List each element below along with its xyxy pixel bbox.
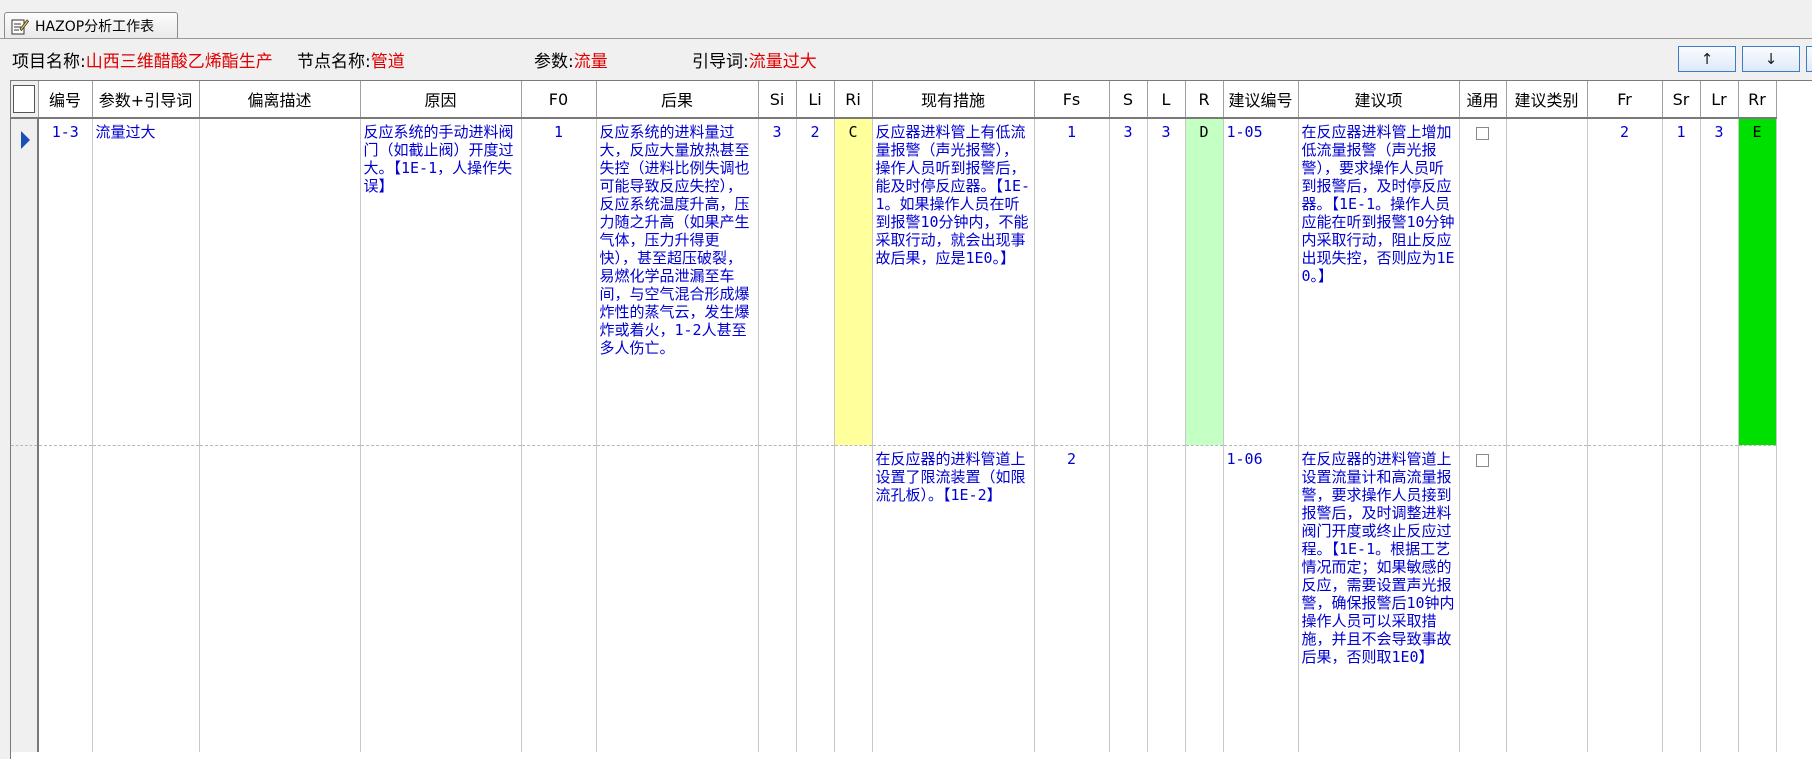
- row-selector[interactable]: [11, 445, 39, 752]
- cell-deviation[interactable]: [199, 118, 361, 446]
- cell-consequence[interactable]: [596, 445, 759, 752]
- cell-r[interactable]: D: [1185, 118, 1224, 446]
- cell-l[interactable]: [1147, 445, 1186, 752]
- col-lr[interactable]: Lr: [1700, 81, 1739, 119]
- cell-li[interactable]: 2: [796, 118, 835, 446]
- col-l[interactable]: L: [1147, 81, 1186, 119]
- col-sug-no[interactable]: 建议编号: [1223, 81, 1299, 119]
- tab-strip: HAZOP分析工作表: [0, 0, 1812, 39]
- move-up-button[interactable]: ↑: [1678, 46, 1736, 72]
- tab-label: HAZOP分析工作表: [35, 18, 155, 35]
- cell-ri[interactable]: [834, 445, 873, 752]
- project-info: 项目名称:山西三维醋酸乙烯酯生产: [12, 47, 273, 72]
- cell-li[interactable]: [796, 445, 835, 752]
- col-f0[interactable]: F0: [521, 81, 597, 119]
- node-info: 节点名称:管道: [297, 52, 405, 72]
- header-row: 编号 参数+引导词 偏离描述 原因 F0 后果 Si Li Ri 现有措施 Fs…: [11, 81, 1777, 119]
- cell-ri[interactable]: C: [834, 118, 873, 446]
- col-deviation[interactable]: 偏离描述: [199, 81, 361, 119]
- col-li[interactable]: Li: [796, 81, 835, 119]
- cell-l[interactable]: 3: [1147, 118, 1186, 446]
- col-rr[interactable]: Rr: [1738, 81, 1777, 119]
- hazop-table: 编号 参数+引导词 偏离描述 原因 F0 后果 Si Li Ri 现有措施 Fs…: [11, 81, 1777, 752]
- cell-common[interactable]: [1459, 118, 1507, 446]
- col-suggestion[interactable]: 建议项: [1298, 81, 1460, 119]
- cell-measure[interactable]: 在反应器的进料管道上设置了限流装置（如限流孔板）。【1E-2】: [872, 445, 1035, 752]
- current-row-arrow-icon: [21, 131, 30, 149]
- info-bar: 项目名称:山西三维醋酸乙烯酯生产 节点名称:管道 参数:流量 引导词:流量过大: [0, 39, 1812, 75]
- cell-sug-type[interactable]: [1506, 118, 1588, 446]
- cell-deviation[interactable]: [199, 445, 361, 752]
- cell-cause[interactable]: [360, 445, 522, 752]
- more-button[interactable]: [1806, 46, 1812, 72]
- cell-fr[interactable]: 2: [1587, 118, 1663, 446]
- table-row[interactable]: 1-3 流量过大 反应系统的手动进料阀门（如截止阀）开度过大。【1E-1，人操作…: [11, 118, 1777, 446]
- cell-sug-type[interactable]: [1506, 445, 1588, 752]
- cell-cause[interactable]: 反应系统的手动进料阀门（如截止阀）开度过大。【1E-1，人操作失误】: [360, 118, 522, 446]
- cell-rr[interactable]: E: [1738, 118, 1777, 446]
- col-si[interactable]: Si: [758, 81, 797, 119]
- cell-id[interactable]: 1-3: [38, 118, 93, 446]
- node-name: 管道: [370, 52, 405, 72]
- hazop-grid: 编号 参数+引导词 偏离描述 原因 F0 后果 Si Li Ri 现有措施 Fs…: [10, 80, 1812, 759]
- col-param-guide[interactable]: 参数+引导词: [92, 81, 200, 119]
- col-ri[interactable]: Ri: [834, 81, 873, 119]
- cell-sug-no[interactable]: 1-06: [1223, 445, 1299, 752]
- cell-sr[interactable]: 1: [1662, 118, 1701, 446]
- cell-suggestion[interactable]: 在反应器进料管上增加低流量报警（声光报警），要求操作人员听到报警后，及时停反应器…: [1298, 118, 1460, 446]
- edit-doc-icon: [11, 17, 30, 35]
- tab-hazop-worksheet[interactable]: HAZOP分析工作表: [4, 12, 178, 38]
- param-info: 参数:流量: [534, 52, 608, 72]
- cell-measure[interactable]: 反应器进料管上有低流量报警（声光报警），操作人员听到报警后，能及时停反应器。【1…: [872, 118, 1035, 446]
- common-checkbox[interactable]: [1476, 127, 1489, 140]
- col-consequence[interactable]: 后果: [596, 81, 759, 119]
- cell-fs[interactable]: 2: [1034, 445, 1110, 752]
- guide-info: 引导词:流量过大: [692, 52, 817, 72]
- cell-param-guide[interactable]: 流量过大: [92, 118, 200, 446]
- project-name: 山西三维醋酸乙烯酯生产: [85, 52, 273, 72]
- cell-consequence[interactable]: 反应系统的进料量过大，反应大量放热甚至失控（进料比例失调也可能导致反应失控），反…: [596, 118, 759, 446]
- col-cause[interactable]: 原因: [360, 81, 522, 119]
- col-r[interactable]: R: [1185, 81, 1224, 119]
- cell-rr[interactable]: [1738, 445, 1777, 752]
- cell-f0[interactable]: [521, 445, 597, 752]
- col-fs[interactable]: Fs: [1034, 81, 1110, 119]
- cell-s[interactable]: [1109, 445, 1148, 752]
- col-sr[interactable]: Sr: [1662, 81, 1701, 119]
- cell-si[interactable]: [758, 445, 797, 752]
- col-sug-type[interactable]: 建议类别: [1506, 81, 1588, 119]
- cell-s[interactable]: 3: [1109, 118, 1148, 446]
- cell-lr[interactable]: 3: [1700, 118, 1739, 446]
- common-checkbox[interactable]: [1476, 454, 1489, 467]
- cell-common[interactable]: [1459, 445, 1507, 752]
- col-id[interactable]: 编号: [38, 81, 93, 119]
- row-selector[interactable]: [11, 118, 39, 446]
- cell-lr[interactable]: [1700, 445, 1739, 752]
- guide-value: 流量过大: [748, 52, 817, 72]
- col-fr[interactable]: Fr: [1587, 81, 1663, 119]
- move-down-button[interactable]: ↓: [1742, 46, 1800, 72]
- table-row[interactable]: 在反应器的进料管道上设置了限流装置（如限流孔板）。【1E-2】 2 1-06 在…: [11, 445, 1777, 752]
- cell-r[interactable]: [1185, 445, 1224, 752]
- cell-suggestion[interactable]: 在反应器的进料管道上设置流量计和高流量报警，要求操作人员接到报警后，及时调整进料…: [1298, 445, 1460, 752]
- col-s[interactable]: S: [1109, 81, 1148, 119]
- col-measure[interactable]: 现有措施: [872, 81, 1035, 119]
- cell-fs[interactable]: 1: [1034, 118, 1110, 446]
- cell-si[interactable]: 3: [758, 118, 797, 446]
- cell-f0[interactable]: 1: [521, 118, 597, 446]
- select-all-corner[interactable]: [11, 81, 39, 119]
- cell-sr[interactable]: [1662, 445, 1701, 752]
- param-value: 流量: [573, 52, 608, 72]
- cell-sug-no[interactable]: 1-05: [1223, 118, 1299, 446]
- col-common[interactable]: 通用: [1459, 81, 1507, 119]
- cell-id[interactable]: [38, 445, 93, 752]
- cell-param-guide[interactable]: [92, 445, 200, 752]
- cell-fr[interactable]: [1587, 445, 1663, 752]
